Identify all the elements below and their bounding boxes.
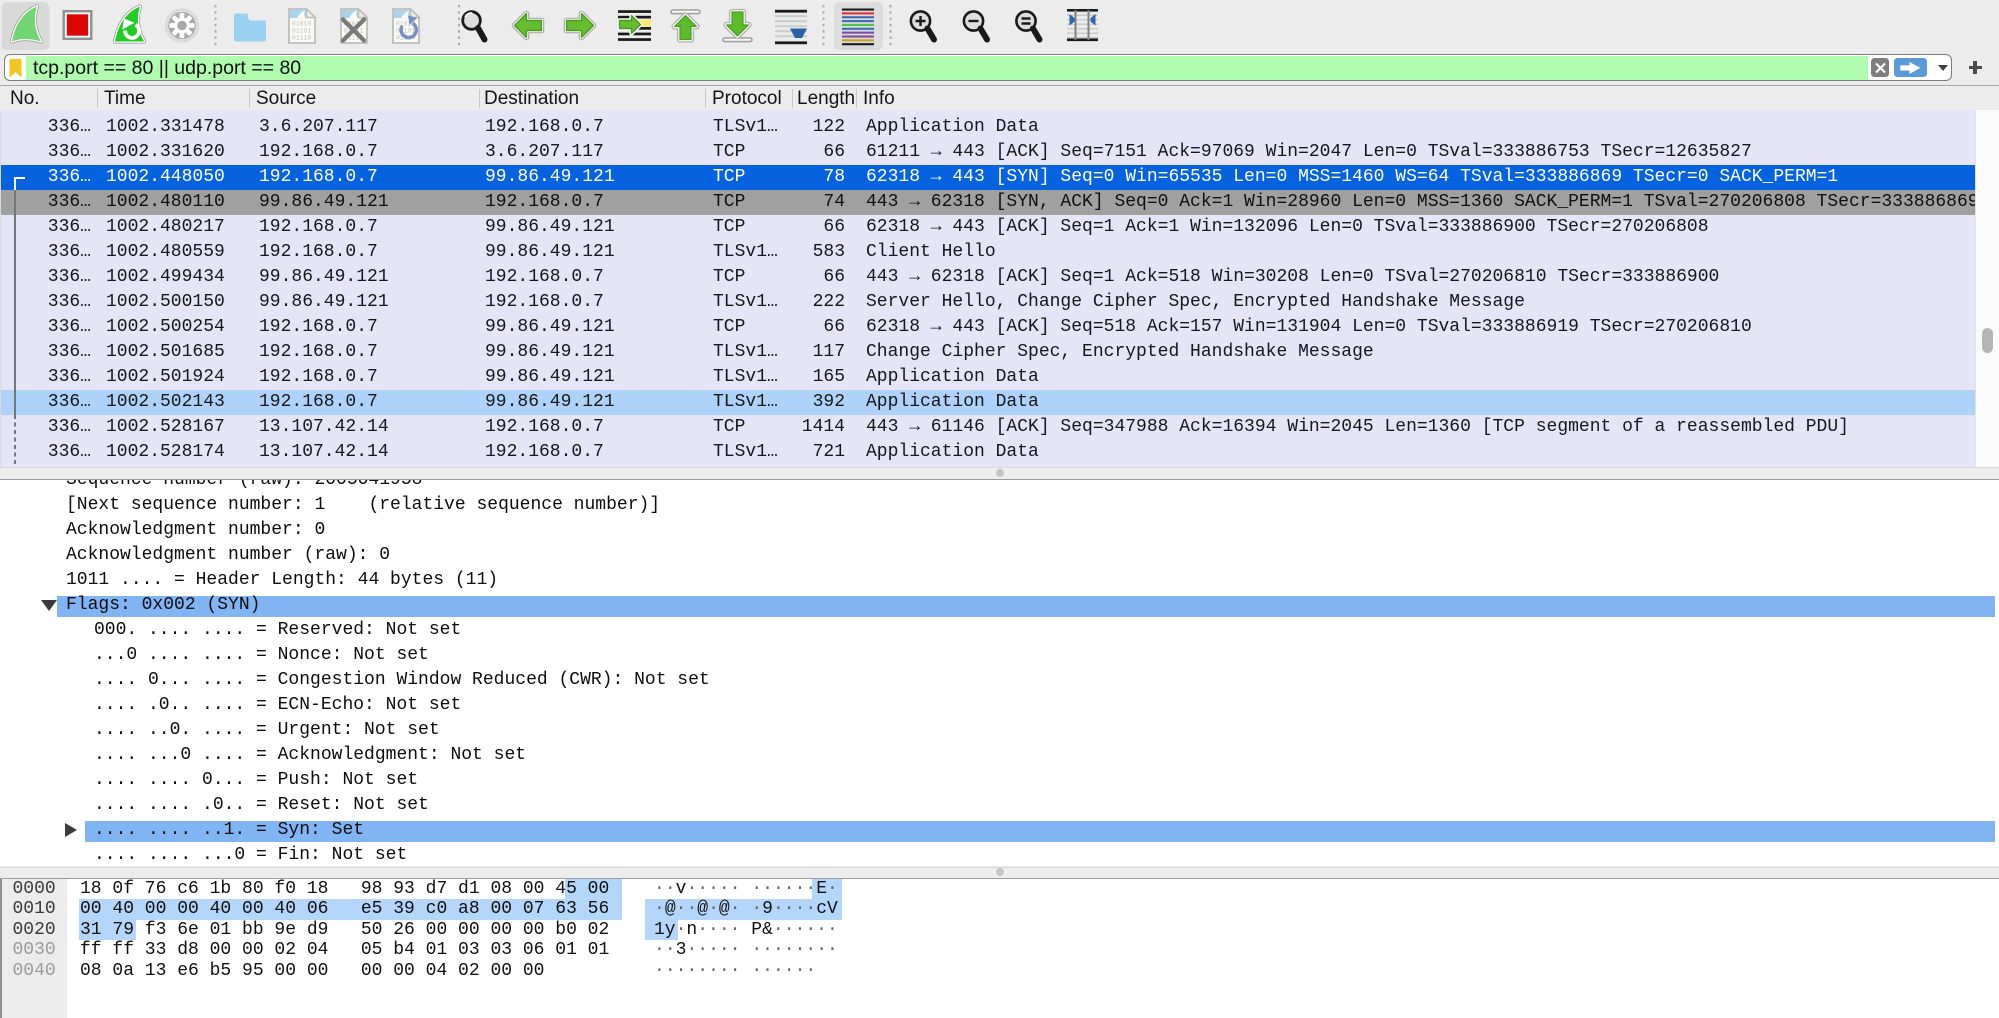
svg-text:01010: 01010 [292,21,311,28]
svg-text:01101: 01101 [396,28,415,35]
svg-text:01101: 01101 [292,28,311,35]
svg-text:01110: 01110 [292,35,311,42]
